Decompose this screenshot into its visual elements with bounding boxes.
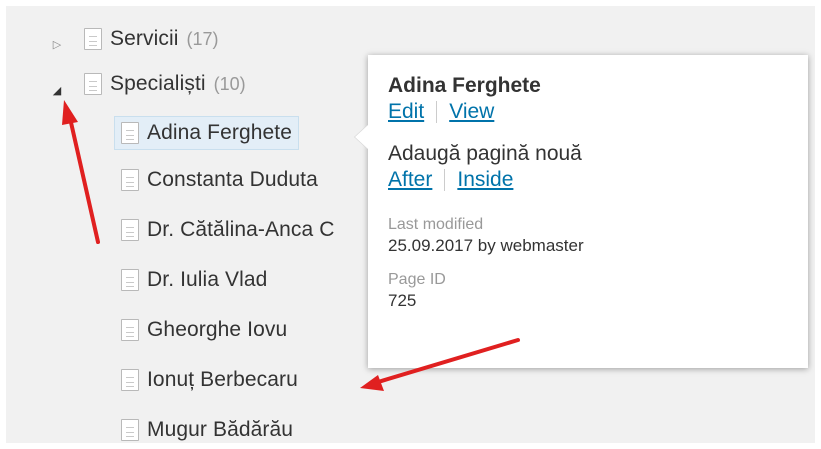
tree-item-label: Adina Ferghete bbox=[147, 121, 292, 144]
tree-item-label: Dr. Cătălina-Anca C bbox=[147, 218, 335, 241]
last-modified-value: 25.09.2017 by webmaster bbox=[388, 236, 584, 255]
page-id-value: 725 bbox=[388, 291, 417, 310]
tree-item-constanta-duduta[interactable]: Constanta Duduta bbox=[121, 161, 318, 199]
expand-toggle-icon[interactable]: ▷ bbox=[50, 37, 64, 51]
tree-item-label: Dr. Iulia Vlad bbox=[147, 268, 268, 291]
page-icon bbox=[121, 369, 139, 391]
add-page-heading: Adaugă pagină nouă bbox=[388, 142, 582, 165]
page-icon bbox=[121, 219, 139, 241]
divider bbox=[444, 169, 446, 191]
tree-item-count: (10) bbox=[213, 73, 246, 94]
add-inside-link[interactable]: Inside bbox=[457, 167, 513, 193]
page-icon bbox=[121, 169, 139, 191]
last-modified-label: Last modified bbox=[388, 216, 484, 233]
tree-item-label: Servicii bbox=[110, 27, 179, 50]
tree-item-label: Specialiști bbox=[110, 72, 206, 95]
page-icon bbox=[84, 73, 102, 95]
add-after-link[interactable]: After bbox=[388, 167, 432, 193]
page-id-label: Page ID bbox=[388, 271, 446, 288]
page-icon bbox=[121, 122, 139, 144]
divider bbox=[436, 101, 438, 123]
tree-item-gheorghe-iovu[interactable]: Gheorghe Iovu bbox=[121, 311, 287, 349]
tree-item-label: Constanta Duduta bbox=[147, 168, 318, 191]
tree-item-count: (17) bbox=[186, 28, 219, 49]
page-icon bbox=[84, 28, 102, 50]
page-icon bbox=[121, 269, 139, 291]
tree-item-iulia-vlad[interactable]: Dr. Iulia Vlad bbox=[121, 261, 267, 299]
add-page-actions: After Inside bbox=[388, 167, 788, 193]
edit-link[interactable]: Edit bbox=[388, 99, 424, 125]
tree-item-servicii[interactable]: Servicii (17) bbox=[84, 20, 219, 58]
page-icon bbox=[121, 419, 139, 441]
tree-item-label: Mugur Bădărău bbox=[147, 418, 294, 441]
tree-item-label: Ionuț Berbecaru bbox=[147, 368, 298, 391]
tree-item-label: Gheorghe Iovu bbox=[147, 318, 288, 341]
tree-item-ionut-berbecaru[interactable]: Ionuț Berbecaru bbox=[121, 361, 298, 399]
view-link[interactable]: View bbox=[449, 99, 494, 125]
tree-item-mugur-badarau[interactable]: Mugur Bădărău bbox=[121, 411, 293, 443]
popover-actions: Edit View bbox=[388, 99, 788, 125]
tree-item-adina-ferghete[interactable]: Adina Ferghete bbox=[114, 116, 299, 150]
page-tree-panel: ▷ Servicii (17) ◢ Specialiști (10) Adina… bbox=[6, 6, 815, 443]
popover-pointer bbox=[355, 125, 368, 149]
tree-item-specialisti[interactable]: Specialiști (10) bbox=[84, 65, 246, 103]
popover-title: Adina Ferghete bbox=[388, 74, 541, 97]
page-icon bbox=[121, 319, 139, 341]
collapse-toggle-icon[interactable]: ◢ bbox=[50, 83, 64, 97]
page-info-popover: Adina Ferghete Edit View Adaugă pagină n… bbox=[355, 55, 808, 368]
annotation-arrow-up bbox=[62, 100, 100, 244]
tree-item-catalina-anca[interactable]: Dr. Cătălina-Anca C bbox=[121, 211, 334, 249]
